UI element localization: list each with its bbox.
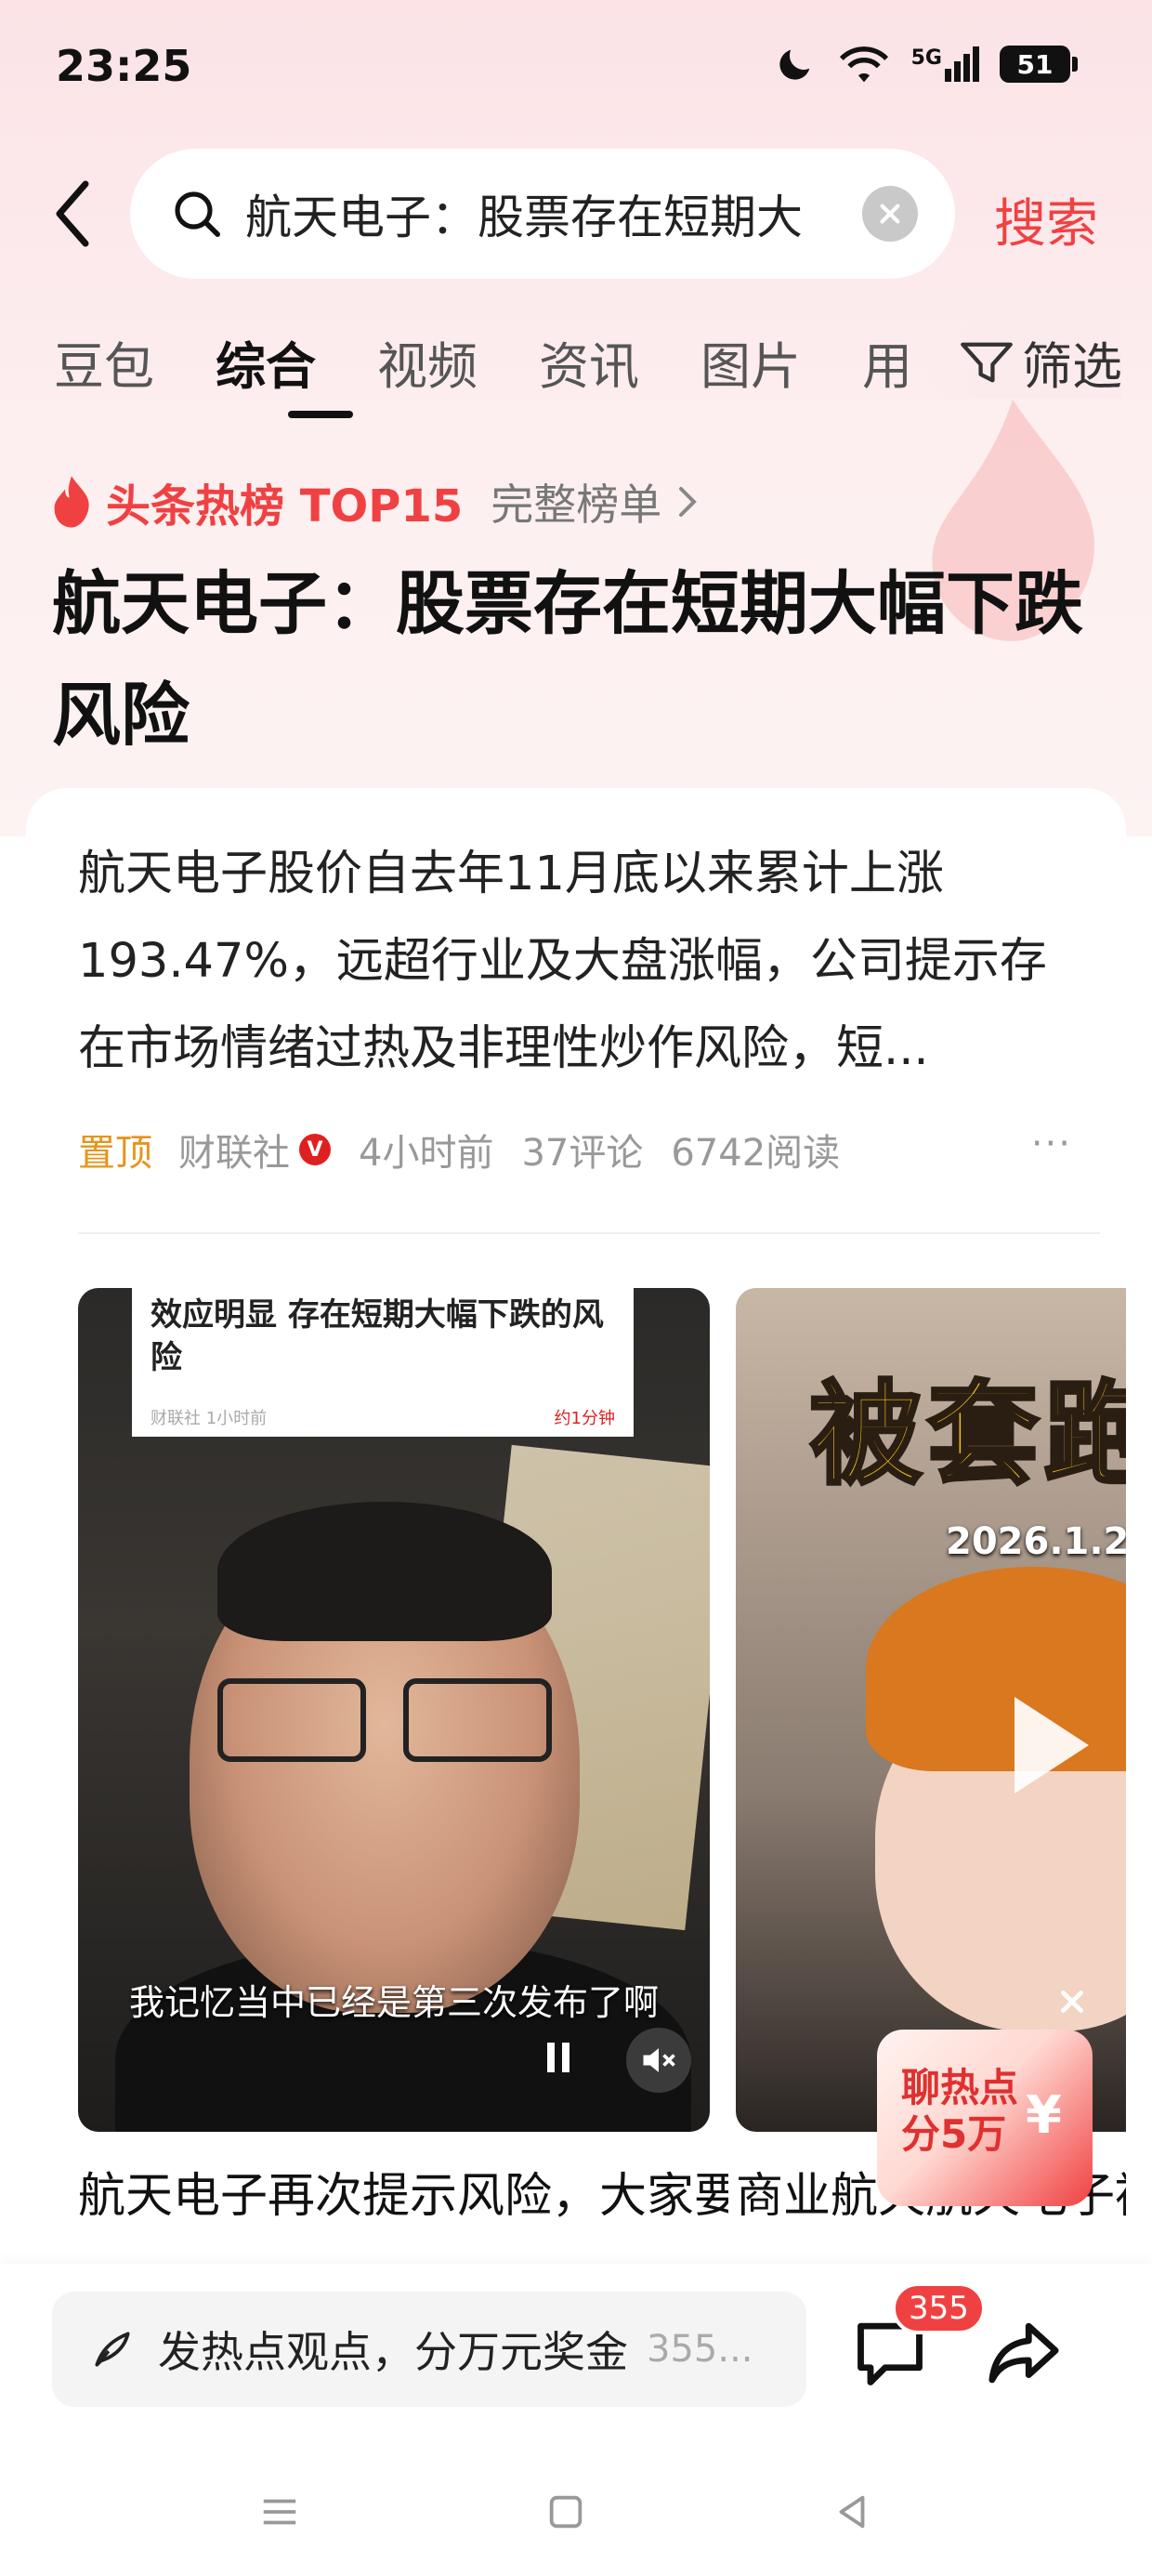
video-overlay-source: 财联社 1小时前 xyxy=(151,1409,268,1428)
close-icon xyxy=(880,204,900,224)
clear-search-button[interactable] xyxy=(862,186,918,242)
filter-label: 筛选 xyxy=(1022,337,1122,396)
divider xyxy=(78,1232,1100,1234)
more-options-button[interactable]: ··· xyxy=(1031,1123,1072,1165)
chevron-left-icon xyxy=(56,180,89,247)
tab-general[interactable]: 综合 xyxy=(216,325,316,399)
status-bar: 23:25 5G 51 xyxy=(0,0,1152,139)
moon-icon xyxy=(779,49,809,80)
video-caption-1[interactable]: 航天电子再次提示风险，大家要谨慎！#商业航天 #航 xyxy=(78,2160,728,2234)
video-news-overlay: 效应明显 存在短期大幅下跌的风险 财联社 1小时前 约1分钟 xyxy=(132,1288,634,1437)
mute-button[interactable] xyxy=(626,2028,691,2093)
video-overlay-audio: 约1分钟 xyxy=(554,1409,615,1428)
search-button[interactable]: 搜索 xyxy=(994,182,1098,257)
comment-placeholder: 发热点观点，分万元奖金 xyxy=(158,2327,628,2377)
active-tab-indicator xyxy=(288,411,353,418)
tab-doubao[interactable]: 豆包 xyxy=(54,325,154,399)
speaker-muted-icon xyxy=(643,2048,675,2072)
promo-line-2: 分5万 xyxy=(901,2111,1007,2157)
filter-icon xyxy=(961,342,1013,382)
back-button[interactable] xyxy=(52,177,108,251)
search-header: 航天电子：股票存在短期大 搜索 xyxy=(0,149,1152,279)
video-subtitle: 我记忆当中已经是第三次发布了啊 xyxy=(128,1982,659,2023)
promo-close-button[interactable] xyxy=(1057,1987,1087,2020)
video-banner-text: 被套跑 xyxy=(808,1369,1126,1502)
close-icon xyxy=(1061,1991,1083,2013)
tab-news[interactable]: 资讯 xyxy=(539,325,639,399)
filter-button[interactable]: 筛选 xyxy=(922,325,1122,399)
menu-icon[interactable] xyxy=(258,2491,301,2533)
video-person-glasses xyxy=(217,1678,570,1771)
promo-currency-icon: ¥ xyxy=(1026,2085,1062,2146)
battery-icon: 51 xyxy=(1000,46,1078,83)
page-title: 航天电子：股票存在短期大幅下跌风险 xyxy=(52,564,1083,756)
cellular-signal-icon: 5G xyxy=(911,46,979,82)
pinned-badge: 置顶 xyxy=(78,1132,152,1175)
comment-input[interactable]: 发热点观点，分万元奖金 355... xyxy=(52,2292,806,2407)
tab-images[interactable]: 图片 xyxy=(700,325,801,399)
hot-list-label: 头条热榜 TOP15 xyxy=(106,480,464,532)
video-overlay-title: 效应明显 存在短期大幅下跌的风险 xyxy=(151,1296,604,1376)
battery-level: 51 xyxy=(1016,48,1054,80)
article-summary[interactable]: 航天电子股价自去年11月底以来累计上涨193.47%，远超行业及大盘涨幅，公司提… xyxy=(78,831,1081,1093)
promo-widget[interactable]: 聊热点 分5万 ¥ xyxy=(877,2030,1093,2206)
article-time: 4小时前 xyxy=(359,1132,494,1175)
video-date: 2026.1.23 xyxy=(946,1520,1126,1563)
pause-icon xyxy=(547,2043,569,2072)
article-comments: 37评论 xyxy=(521,1132,644,1175)
status-time: 23:25 xyxy=(56,41,192,91)
status-icons: 5G 51 xyxy=(774,43,1078,85)
search-input[interactable]: 航天电子：股票存在短期大 xyxy=(130,149,955,279)
home-icon[interactable] xyxy=(544,2491,587,2533)
pen-icon xyxy=(95,2332,130,2367)
tab-video[interactable]: 视频 xyxy=(377,325,478,399)
verified-icon: V xyxy=(299,1134,331,1165)
article-reads: 6742阅读 xyxy=(671,1132,841,1175)
video-person-hair xyxy=(217,1502,552,1641)
share-button[interactable] xyxy=(985,2314,1063,2392)
article-source[interactable]: 财联社 xyxy=(178,1123,290,1176)
wifi-icon xyxy=(839,46,888,83)
bottom-action-bar: 发热点观点，分万元奖金 355... 355 xyxy=(0,2264,1152,2576)
category-tabs: 豆包 综合 视频 资讯 图片 用 筛选 xyxy=(54,325,1122,418)
full-list-link[interactable]: 完整榜单 xyxy=(491,471,661,532)
network-type: 5G xyxy=(910,46,942,70)
article-meta: 置顶 财联社 V 4小时前 37评论 6742阅读 ··· xyxy=(78,1123,1100,1176)
search-icon xyxy=(175,191,220,237)
comment-count-badge: 355 xyxy=(892,2282,986,2334)
back-triangle-icon[interactable] xyxy=(831,2491,873,2533)
play-icon[interactable] xyxy=(1015,1697,1089,1794)
system-nav-bar xyxy=(0,2453,1152,2576)
promo-line-1: 聊热点 xyxy=(901,2065,1019,2110)
search-query[interactable]: 航天电子：股票存在短期大 xyxy=(245,180,840,247)
hot-list-row[interactable]: 头条热榜 TOP15 完整榜单 xyxy=(50,469,700,534)
fire-icon xyxy=(54,476,89,528)
chevron-right-icon xyxy=(679,487,698,517)
video-card-1[interactable]: 效应明显 存在短期大幅下跌的风险 财联社 1小时前 约1分钟 我记忆当中已经是第… xyxy=(78,1288,710,2132)
comment-hint: 355... xyxy=(647,2328,753,2371)
share-icon xyxy=(988,2322,1059,2384)
tab-users[interactable]: 用 xyxy=(862,325,912,399)
pause-button[interactable] xyxy=(543,2039,574,2085)
